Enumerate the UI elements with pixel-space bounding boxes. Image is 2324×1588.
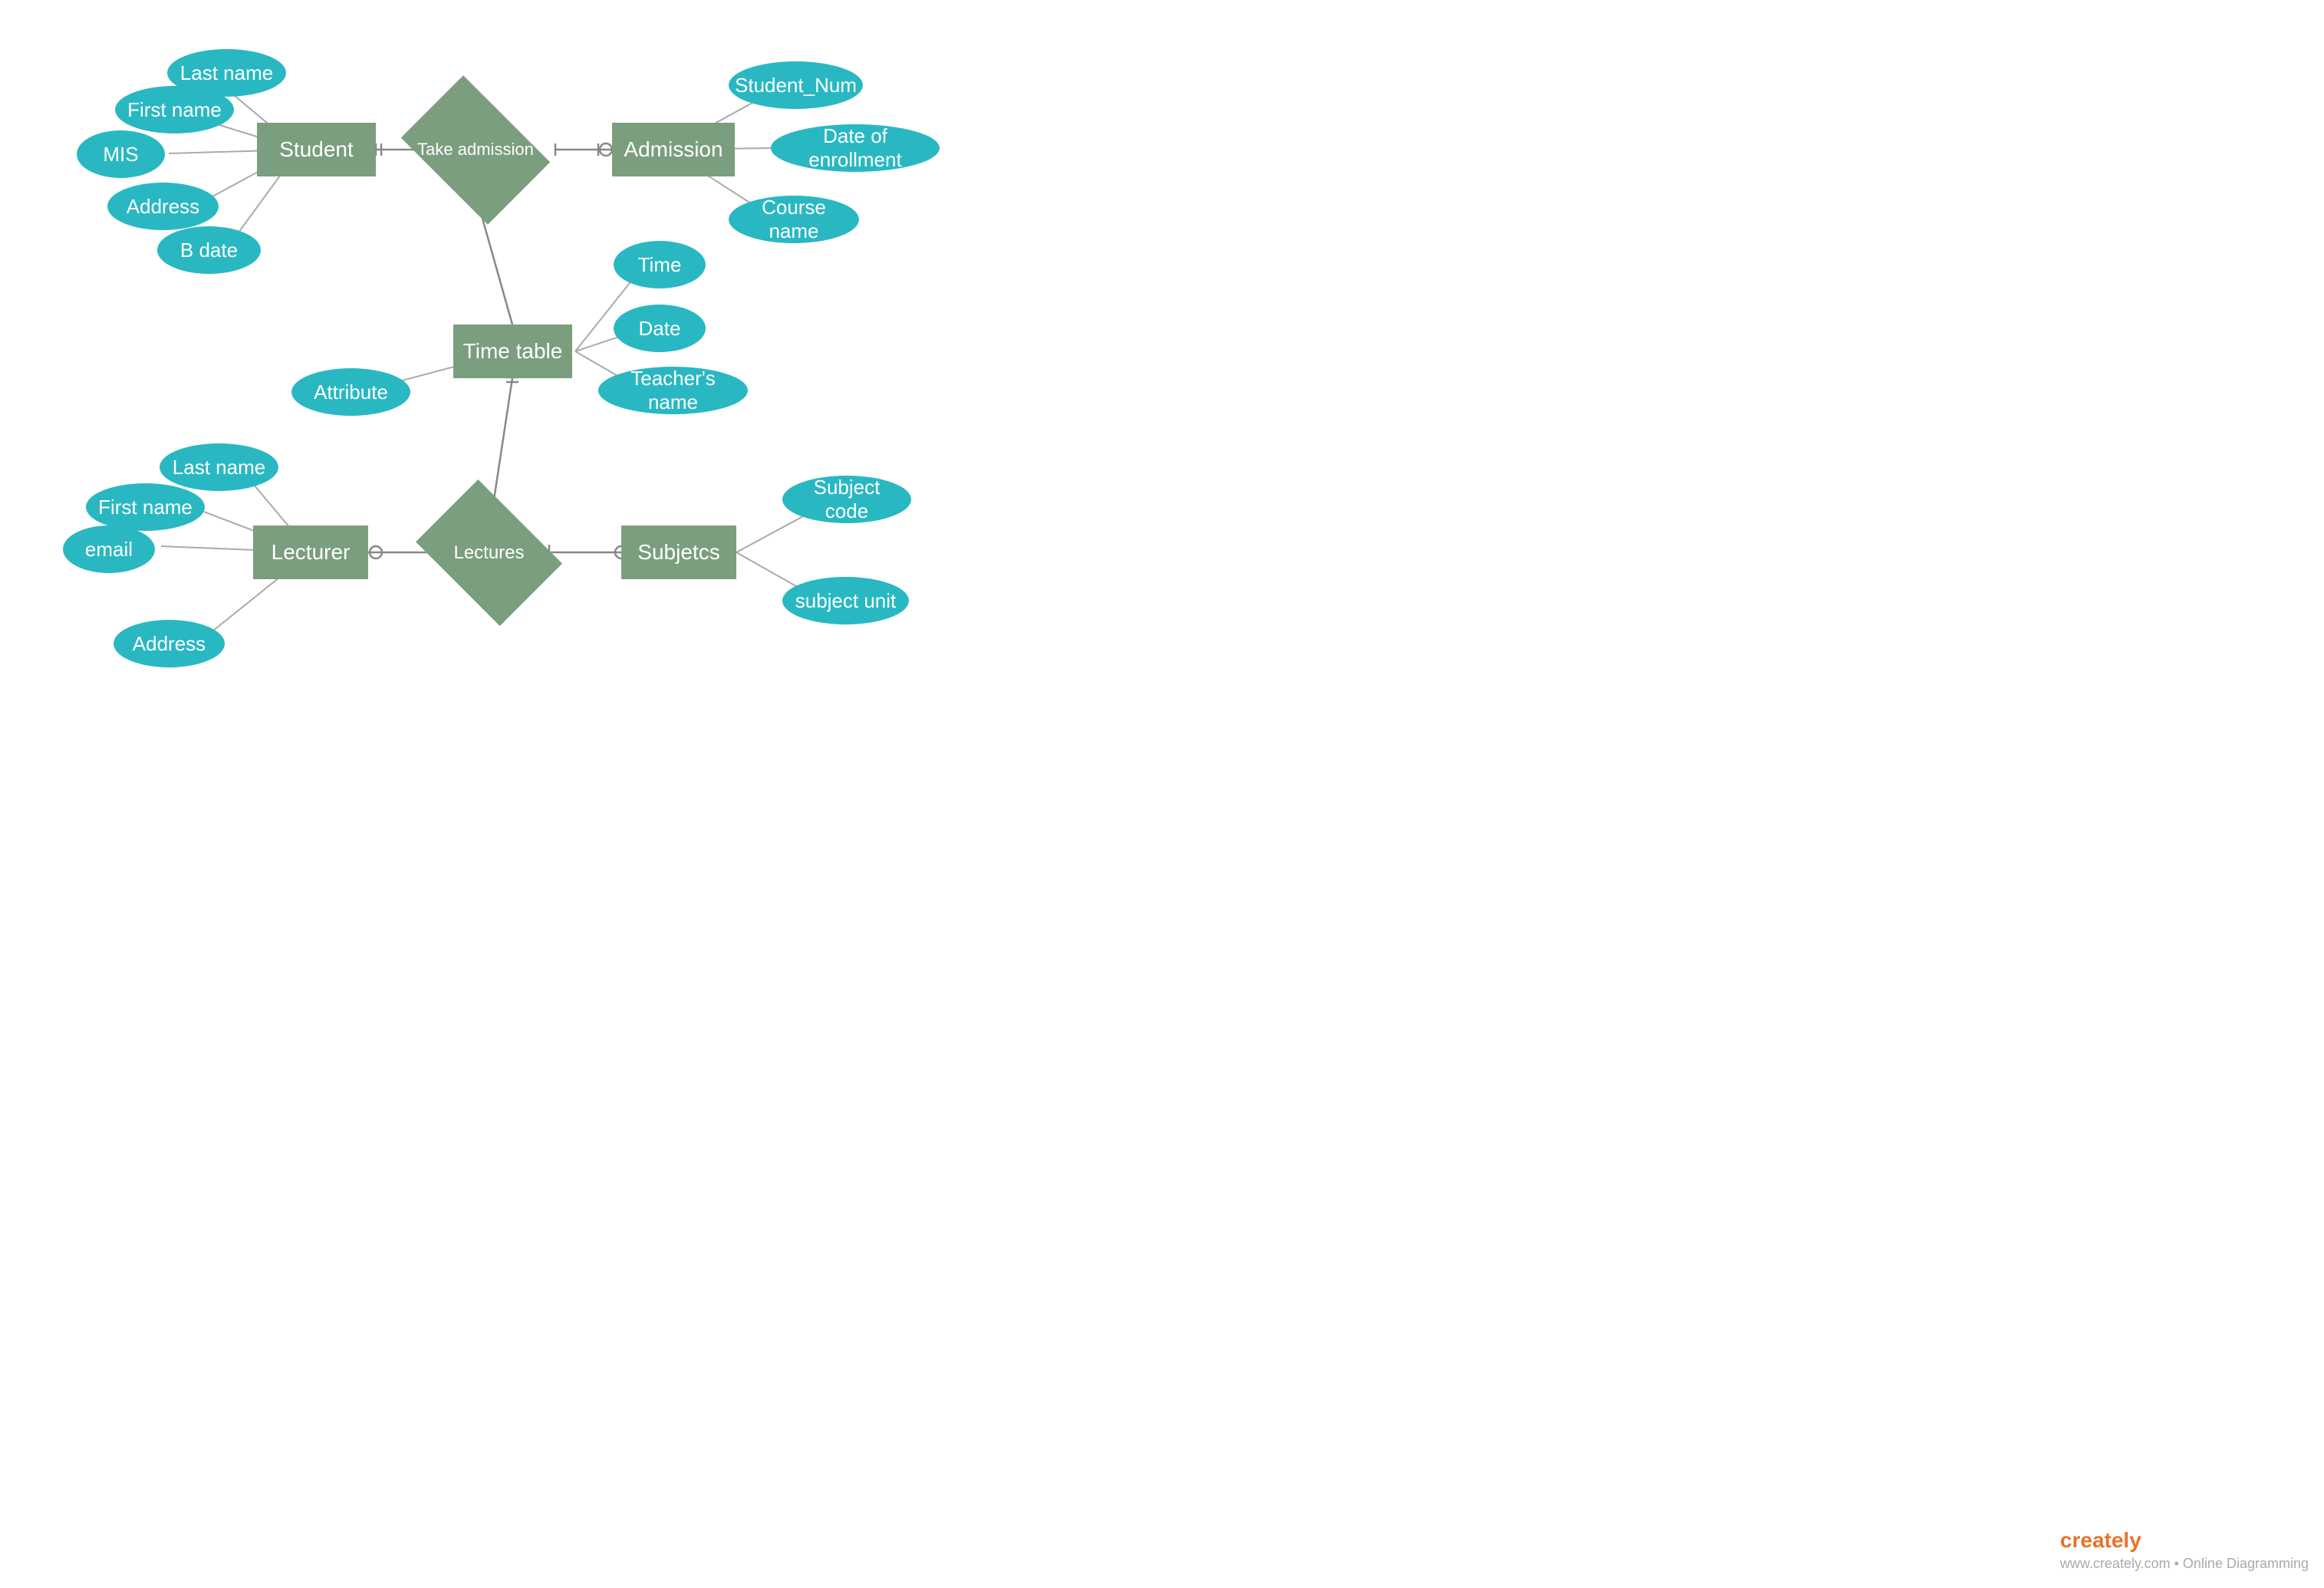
tt-date-label: Date (639, 317, 681, 341)
lec-address-label: Address (133, 632, 206, 656)
tt-time-label: Time (638, 253, 682, 277)
subjetcs-label: Subjetcs (637, 540, 719, 565)
take-admission-entity: Take admission (414, 106, 537, 194)
sub-code-label: Subject code (793, 476, 900, 523)
lec-last-label: Last name (173, 456, 265, 479)
admission-num-label: Student_Num (735, 74, 857, 97)
tagline: www.creately.com • Online Diagramming (2060, 1556, 2309, 1571)
tt-attribute-label: Attribute (314, 381, 388, 404)
lec-first-label: First name (98, 496, 193, 519)
student-entity: Student (257, 123, 376, 176)
sub-unit-label: subject unit (795, 589, 897, 613)
admission-entity: Admission (612, 123, 735, 176)
lec-last: Last name (160, 443, 278, 491)
subjetcs-entity: Subjetcs (621, 525, 736, 579)
lectures-entity: Lectures (430, 509, 548, 597)
take-admission-label: Take admission (417, 139, 534, 161)
student-bdate: B date (157, 226, 261, 274)
lectures-label: Lectures (453, 542, 524, 564)
tt-time: Time (614, 241, 706, 288)
admission-course-label: Course name (739, 196, 848, 243)
lec-first: First name (86, 483, 205, 531)
time-table-entity: Time table (453, 325, 572, 378)
lec-email-label: email (85, 538, 133, 562)
student-bdate-label: B date (180, 239, 238, 262)
student-label: Student (279, 137, 354, 162)
sub-code: Subject code (782, 476, 911, 523)
brand-name: creately (2060, 1528, 2141, 1552)
tt-teacher-label: Teacher's name (609, 367, 737, 414)
watermark: creately www.creately.com • Online Diagr… (2060, 1528, 2309, 1573)
student-address-label: Address (127, 195, 199, 219)
admission-course: Course name (729, 196, 859, 243)
tt-date: Date (614, 305, 706, 352)
student-last-label: Last name (180, 61, 273, 85)
admission-date-label: Date of enrollment (782, 124, 929, 172)
student-mis-label: MIS (103, 143, 138, 166)
lec-email: email (63, 525, 155, 573)
lec-address: Address (114, 620, 225, 667)
student-address: Address (107, 183, 219, 230)
admission-date: Date of enrollment (771, 124, 940, 172)
admission-label: Admission (624, 137, 723, 162)
tt-attribute: Attribute (291, 368, 410, 416)
lecturer-entity: Lecturer (253, 525, 368, 579)
tt-teacher: Teacher's name (598, 367, 748, 414)
admission-num: Student_Num (729, 61, 863, 109)
lecturer-label: Lecturer (272, 540, 351, 565)
sub-unit: subject unit (782, 577, 909, 624)
student-first-name: First name (115, 86, 234, 133)
student-mis: MIS (77, 130, 165, 178)
student-first-label: First name (127, 98, 222, 122)
time-table-label: Time table (463, 339, 563, 364)
